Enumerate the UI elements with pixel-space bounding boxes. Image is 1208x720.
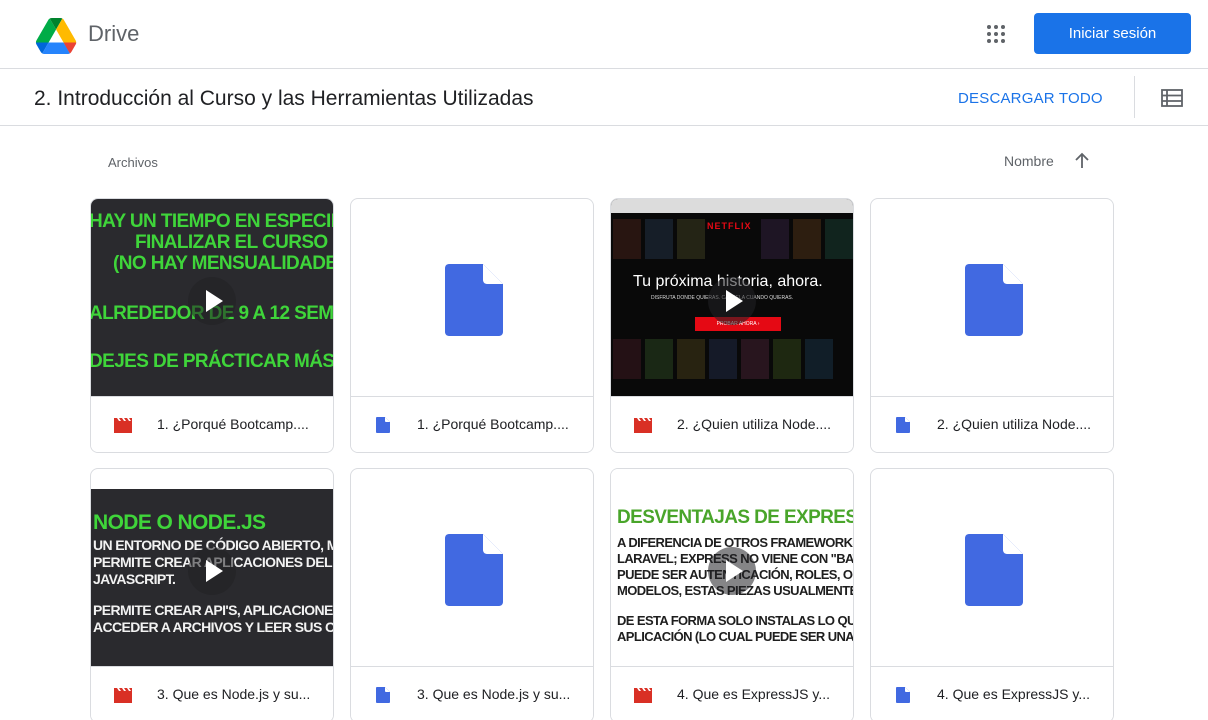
- google-apps-grid-icon[interactable]: [986, 24, 1006, 44]
- slide-text: DE ESTA FORMA SOLO INSTALAS LO QUE N: [617, 613, 853, 628]
- video-file-icon: [114, 418, 132, 433]
- file-card[interactable]: HAY UN TIEMPO EN ESPECIFICO P FINALIZAR …: [90, 198, 334, 453]
- file-name: 3. Que es Node.js y su...: [157, 686, 311, 702]
- file-thumbnail: NETFLIX Tu próxima historia, ahora. DISF…: [611, 199, 853, 396]
- video-file-icon: [634, 418, 652, 433]
- file-name: 4. Que es ExpressJS y...: [677, 686, 831, 702]
- file-thumbnail: [351, 469, 593, 666]
- file-caption: 2. ¿Quien utiliza Node....: [611, 396, 853, 452]
- file-name: 4. Que es ExpressJS y...: [937, 686, 1091, 702]
- section-label: Archivos: [108, 155, 158, 170]
- file-caption: 3. Que es Node.js y su...: [351, 666, 593, 720]
- file-caption: 1. ¿Porqué Bootcamp....: [351, 396, 593, 452]
- slide-text: FINALIZAR EL CURSO: [135, 232, 328, 253]
- browser-tabs: [611, 199, 853, 213]
- file-thumbnail: [871, 199, 1113, 396]
- folder-title: 2. Introducción al Curso y las Herramien…: [34, 87, 534, 110]
- folder-bar: 2. Introducción al Curso y las Herramien…: [0, 70, 1208, 126]
- slide-text: NODE O NODE.JS: [93, 511, 266, 534]
- play-icon[interactable]: [708, 547, 756, 595]
- video-file-icon: [634, 688, 652, 703]
- file-caption: 1. ¿Porqué Bootcamp....: [91, 396, 333, 452]
- doc-file-icon: [965, 534, 1023, 606]
- app-name: Drive: [88, 21, 140, 46]
- file-thumbnail: [871, 469, 1113, 666]
- arrow-up-icon[interactable]: [1074, 151, 1090, 169]
- file-name: 2. ¿Quien utiliza Node....: [677, 416, 832, 432]
- sign-in-button[interactable]: Iniciar sesión: [1034, 13, 1191, 54]
- slide-text: JAVASCRIPT.: [93, 571, 176, 587]
- doc-file-icon: [376, 687, 390, 703]
- download-all-button[interactable]: DESCARGAR TODO: [958, 90, 1103, 107]
- doc-file-icon: [965, 264, 1023, 336]
- file-thumbnail: HAY UN TIEMPO EN ESPECIFICO P FINALIZAR …: [91, 199, 333, 396]
- slide-text: PERMITE CREAR API'S, APLICACIONES W: [93, 602, 333, 618]
- slide-text: HAY UN TIEMPO EN ESPECIFICO P: [91, 211, 333, 232]
- doc-file-icon: [896, 417, 910, 433]
- slide-text: DESVENTAJAS DE EXPRESS: [617, 507, 853, 528]
- file-caption: 3. Que es Node.js y su...: [91, 666, 333, 720]
- file-card[interactable]: 1. ¿Porqué Bootcamp....: [350, 198, 594, 453]
- brand-text: NETFLIX: [707, 221, 752, 231]
- file-card[interactable]: 3. Que es Node.js y su...: [350, 468, 594, 720]
- file-card[interactable]: NETFLIX Tu próxima historia, ahora. DISF…: [610, 198, 854, 453]
- play-icon[interactable]: [188, 277, 236, 325]
- sort-by-name-button[interactable]: Nombre: [1004, 153, 1054, 169]
- slide-text: DEJES DE PRÁCTICAR MÁS DE 3 D: [91, 351, 333, 372]
- slide-text: (NO HAY MENSUALIDADES): [113, 253, 333, 274]
- slide-text: ACCEDER A ARCHIVOS Y LEER SUS CON: [93, 619, 333, 635]
- divider: [1134, 76, 1135, 118]
- file-name: 1. ¿Porqué Bootcamp....: [157, 416, 309, 432]
- file-name: 3. Que es Node.js y su...: [417, 686, 571, 702]
- doc-file-icon: [445, 264, 503, 336]
- file-card[interactable]: 2. ¿Quien utiliza Node....: [870, 198, 1114, 453]
- file-thumbnail: NODE O NODE.JS UN ENTORNO DE CÓDIGO ABIE…: [91, 469, 333, 666]
- play-icon[interactable]: [188, 547, 236, 595]
- top-bar: Drive Iniciar sesión: [0, 0, 1208, 69]
- file-thumbnail: [351, 199, 593, 396]
- file-name: 2. ¿Quien utiliza Node....: [937, 416, 1092, 432]
- file-card[interactable]: DESVENTAJAS DE EXPRESS A DIFERENCIA DE O…: [610, 468, 854, 720]
- file-caption: 4. Que es ExpressJS y...: [871, 666, 1113, 720]
- file-card[interactable]: 4. Que es ExpressJS y...: [870, 468, 1114, 720]
- list-view-icon[interactable]: [1160, 87, 1184, 109]
- doc-file-icon: [445, 534, 503, 606]
- doc-file-icon: [896, 687, 910, 703]
- file-caption: 4. Que es ExpressJS y...: [611, 666, 853, 720]
- slide-text: APLICACIÓN (LO CUAL PUEDE SER UNA VE: [617, 629, 853, 644]
- file-card[interactable]: NODE O NODE.JS UN ENTORNO DE CÓDIGO ABIE…: [90, 468, 334, 720]
- file-name: 1. ¿Porqué Bootcamp....: [417, 416, 569, 432]
- file-caption: 2. ¿Quien utiliza Node....: [871, 396, 1113, 452]
- drive-logo-icon[interactable]: [34, 18, 78, 54]
- file-thumbnail: DESVENTAJAS DE EXPRESS A DIFERENCIA DE O…: [611, 469, 853, 666]
- video-file-icon: [114, 688, 132, 703]
- doc-file-icon: [376, 417, 390, 433]
- play-icon[interactable]: [708, 277, 756, 325]
